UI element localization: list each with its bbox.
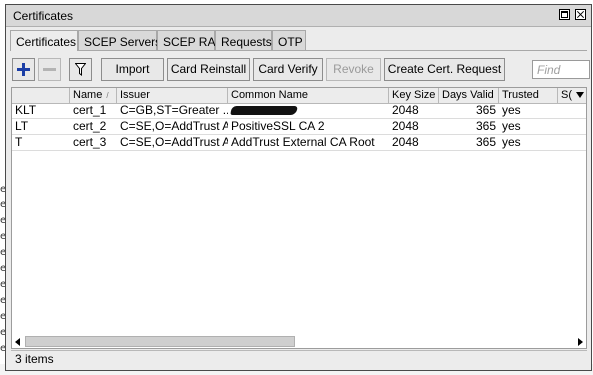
horizontal-scrollbar[interactable] bbox=[11, 335, 587, 348]
cell-common-name: PositiveSSL CA 2 bbox=[231, 119, 325, 133]
cell-flags: LT bbox=[15, 119, 29, 133]
sort-ascending-icon: / bbox=[106, 91, 109, 100]
tab-requests[interactable]: Requests bbox=[215, 30, 272, 50]
column-name-label: Name bbox=[73, 89, 103, 101]
cell-days-valid: 365 bbox=[475, 103, 496, 117]
column-key-size[interactable]: Key Size bbox=[389, 88, 439, 103]
scroll-left-icon[interactable] bbox=[15, 338, 20, 346]
column-flags[interactable] bbox=[12, 88, 70, 103]
cell-days-valid: 365 bbox=[475, 119, 496, 133]
cell-name: cert_2 bbox=[73, 119, 107, 133]
certificates-table: Name / Issuer Common Name Key Size Days V… bbox=[11, 87, 587, 349]
maximize-icon[interactable] bbox=[559, 9, 570, 20]
revoke-button[interactable]: Revoke bbox=[326, 58, 381, 81]
card-reinstall-button[interactable]: Card Reinstall bbox=[167, 58, 250, 81]
minus-icon bbox=[43, 68, 56, 71]
cell-name: cert_3 bbox=[73, 135, 107, 149]
cell-trusted: yes bbox=[502, 119, 521, 133]
tab-scep-servers[interactable]: SCEP Servers bbox=[78, 30, 161, 50]
plus-icon bbox=[17, 63, 30, 76]
create-cert-request-button[interactable]: Create Cert. Request bbox=[384, 58, 505, 81]
add-button[interactable] bbox=[12, 58, 35, 81]
find-input[interactable]: Find bbox=[532, 60, 590, 79]
cell-common-name: AddTrust External CA Root bbox=[231, 135, 375, 149]
certificates-window: Certificates Certificates SCEP Servers S… bbox=[5, 4, 592, 371]
column-days-valid[interactable]: Days Valid bbox=[439, 88, 499, 103]
tab-certificates[interactable]: Certificates bbox=[10, 30, 78, 51]
table-header: Name / Issuer Common Name Key Size Days V… bbox=[12, 88, 586, 104]
table-row[interactable]: KLT cert_1 C=GB,ST=Greater ... 2048 365 … bbox=[12, 103, 586, 119]
cell-key-size: 2048 bbox=[392, 103, 419, 117]
cell-name: cert_1 bbox=[73, 103, 107, 117]
cell-flags: T bbox=[15, 135, 23, 149]
cell-issuer: C=GB,ST=Greater ... bbox=[120, 103, 228, 117]
window-title: Certificates bbox=[13, 9, 74, 23]
cell-issuer: C=SE,O=AddTrust A... bbox=[120, 135, 228, 149]
funnel-icon bbox=[75, 63, 86, 76]
close-icon[interactable] bbox=[575, 9, 586, 20]
cell-days-valid: 365 bbox=[475, 135, 496, 149]
title-bar[interactable]: Certificates bbox=[6, 5, 591, 27]
column-trusted[interactable]: Trusted bbox=[499, 88, 558, 103]
cell-key-size: 2048 bbox=[392, 135, 419, 149]
status-bar: 3 items bbox=[11, 350, 587, 367]
table-row[interactable]: T cert_3 C=SE,O=AddTrust A... AddTrust E… bbox=[12, 135, 586, 151]
column-s[interactable]: S( bbox=[558, 88, 586, 103]
cell-trusted: yes bbox=[502, 103, 521, 117]
column-common-name[interactable]: Common Name bbox=[228, 88, 389, 103]
import-button[interactable]: Import bbox=[101, 58, 164, 81]
column-s-label: S( bbox=[561, 89, 572, 101]
cell-trusted: yes bbox=[502, 135, 521, 149]
remove-button[interactable] bbox=[38, 58, 61, 81]
cell-key-size: 2048 bbox=[392, 119, 419, 133]
scrollbar-thumb[interactable] bbox=[25, 336, 295, 347]
card-verify-button[interactable]: Card Verify bbox=[253, 58, 323, 81]
tab-scep-ra[interactable]: SCEP RA bbox=[157, 30, 215, 50]
column-menu-icon[interactable] bbox=[576, 92, 584, 98]
tab-otp[interactable]: OTP bbox=[272, 30, 306, 50]
redacted-text bbox=[230, 106, 298, 116]
table-row[interactable]: LT cert_2 C=SE,O=AddTrust A... PositiveS… bbox=[12, 119, 586, 135]
column-name[interactable]: Name / bbox=[70, 88, 117, 103]
column-issuer[interactable]: Issuer bbox=[117, 88, 228, 103]
scroll-right-icon[interactable] bbox=[578, 338, 583, 346]
cell-issuer: C=SE,O=AddTrust A... bbox=[120, 119, 228, 133]
cell-flags: KLT bbox=[15, 103, 37, 117]
cell-common-name bbox=[228, 103, 389, 118]
filter-button[interactable] bbox=[69, 58, 92, 81]
